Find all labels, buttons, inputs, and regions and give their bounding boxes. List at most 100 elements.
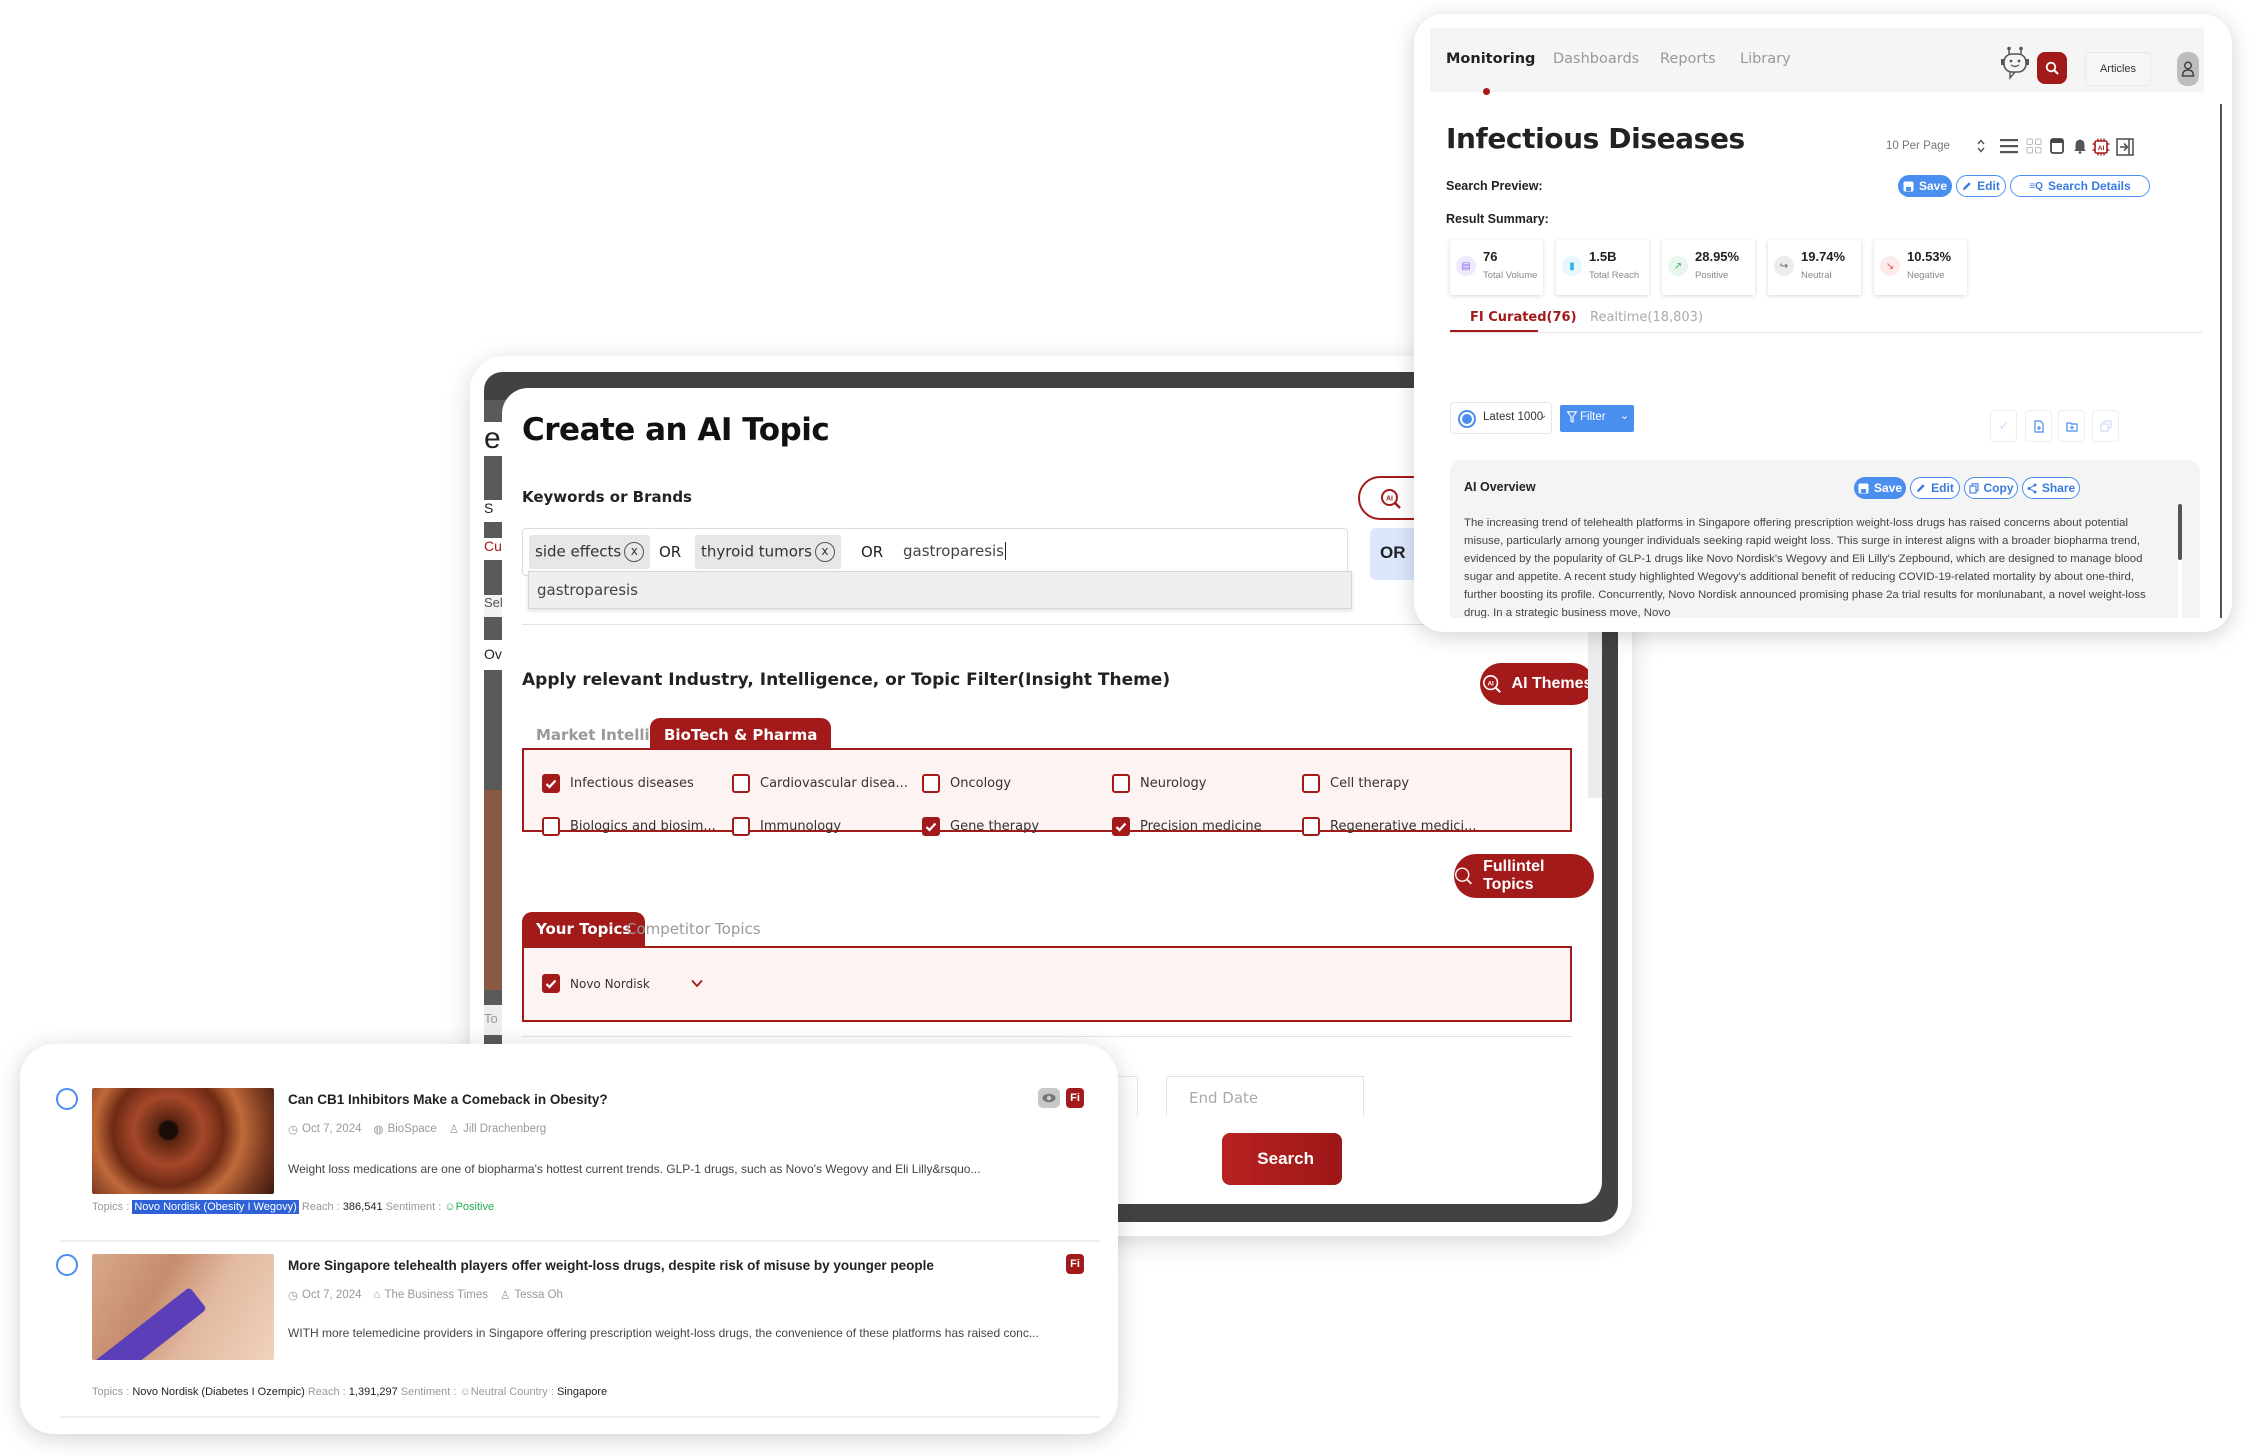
mark-read-button[interactable]: ✓ bbox=[1990, 410, 2017, 442]
source-text: The Business Times bbox=[384, 1289, 489, 1301]
chip-remove-icon[interactable]: x bbox=[624, 542, 645, 562]
articles-button[interactable]: Articles bbox=[2085, 52, 2151, 86]
list-view-icon[interactable] bbox=[2000, 138, 2018, 154]
window-icon[interactable] bbox=[2050, 138, 2064, 154]
theme-checkbox[interactable]: Cell therapy bbox=[1302, 774, 1409, 793]
scrollbar[interactable] bbox=[2178, 504, 2182, 618]
article-thumbnail[interactable] bbox=[92, 1254, 274, 1360]
theme-checkbox[interactable]: Infectious diseases bbox=[542, 774, 694, 793]
avatar[interactable] bbox=[2177, 52, 2199, 86]
checkbox-unchecked[interactable] bbox=[542, 817, 560, 836]
theme-checkbox[interactable]: Immunology bbox=[732, 817, 841, 836]
tabs-divider bbox=[1450, 332, 2202, 333]
fullintel-topics-button[interactable]: Fullintel Topics bbox=[1454, 854, 1594, 898]
topic-checkbox-novo-nordisk[interactable]: Novo Nordisk bbox=[542, 974, 704, 993]
per-page-select[interactable]: 10 Per Page bbox=[1886, 140, 1950, 152]
theme-checkbox[interactable]: Oncology bbox=[922, 774, 1011, 793]
robot-assistant-icon[interactable] bbox=[2000, 46, 2030, 80]
preview-button[interactable] bbox=[1038, 1088, 1060, 1108]
search-details-button[interactable]: ≡Q Search Details bbox=[2010, 175, 2150, 197]
tab-competitor-topics[interactable]: Competitor Topics bbox=[612, 912, 775, 944]
stat-label: Neutral bbox=[1801, 270, 1832, 281]
stat-label: Positive bbox=[1695, 270, 1729, 281]
keywords-input[interactable]: side effects x OR thyroid tumors x OR gast… bbox=[522, 528, 1348, 576]
ai-themes-label: AI Themes bbox=[1511, 675, 1593, 692]
ai-themes-button[interactable]: AI AI Themes bbox=[1480, 663, 1594, 705]
nav-reports[interactable]: Reports bbox=[1660, 51, 1716, 67]
ai-edit-button[interactable]: Edit bbox=[1910, 477, 1960, 499]
checkbox-checked[interactable] bbox=[542, 774, 560, 793]
autocomplete-suggestion[interactable]: gastroparesis bbox=[528, 571, 1352, 609]
checkbox-unchecked[interactable] bbox=[1302, 817, 1320, 836]
add-folder-button[interactable] bbox=[2058, 410, 2085, 442]
article-date: ◷ Oct 7, 2024 bbox=[288, 1122, 362, 1136]
scrollbar[interactable] bbox=[2220, 104, 2222, 618]
tab-biotech-pharma[interactable]: BioTech & Pharma bbox=[650, 718, 832, 750]
exit-icon[interactable] bbox=[2116, 138, 2134, 156]
theme-label: Cardiovascular disea... bbox=[760, 776, 908, 791]
end-date-input[interactable]: End Date bbox=[1166, 1076, 1364, 1116]
checkbox-unchecked[interactable] bbox=[1112, 774, 1130, 793]
tab-fi-curated[interactable]: FI Curated(76) bbox=[1470, 310, 1577, 325]
pencil-icon bbox=[1917, 484, 1925, 492]
sentiment-label: Sentiment : bbox=[385, 1201, 442, 1213]
checkbox-checked[interactable] bbox=[1112, 817, 1130, 836]
search-button[interactable]: Search bbox=[1222, 1133, 1342, 1185]
theme-checkbox[interactable]: Biologics and biosim... bbox=[542, 817, 716, 836]
tab-realtime[interactable]: Realtime(18,803) bbox=[1590, 310, 1703, 325]
fi-badge[interactable]: Fi bbox=[1066, 1254, 1084, 1274]
filter-button[interactable]: Filter ⌄ bbox=[1560, 405, 1634, 432]
ai-copy-button[interactable]: Copy bbox=[1964, 477, 2018, 499]
keyword-chip-label: thyroid tumors bbox=[701, 542, 812, 561]
grid-view-icon[interactable] bbox=[2026, 138, 2042, 154]
nav-library[interactable]: Library bbox=[1740, 51, 1791, 67]
ai-share-button[interactable]: Share bbox=[2022, 477, 2080, 499]
ai-overview-panel: AI Overview Save Edit Copy Share The inc… bbox=[1450, 460, 2200, 618]
theme-checkbox[interactable]: Neurology bbox=[1112, 774, 1207, 793]
chevron-down-icon: ⌄ bbox=[1620, 410, 1630, 422]
search-button[interactable] bbox=[2037, 52, 2067, 84]
article-title[interactable]: Can CB1 Inhibitors Make a Comeback in Ob… bbox=[288, 1092, 608, 1107]
checkbox-unchecked[interactable] bbox=[1302, 774, 1320, 793]
fullintel-topics-label: Fullintel Topics bbox=[1483, 858, 1545, 893]
copy-items-button[interactable] bbox=[2092, 410, 2119, 442]
radio-icon bbox=[1458, 410, 1476, 428]
ai-save-button[interactable]: Save bbox=[1854, 477, 1906, 499]
checkbox-unchecked[interactable] bbox=[732, 774, 750, 793]
save-button[interactable]: Save bbox=[1898, 175, 1952, 197]
fi-badge[interactable]: Fi bbox=[1066, 1088, 1084, 1108]
select-radio[interactable] bbox=[56, 1254, 78, 1276]
theme-checkbox[interactable]: Gene therapy bbox=[922, 817, 1039, 836]
edit-button[interactable]: Edit bbox=[1956, 175, 2006, 197]
checkbox-unchecked[interactable] bbox=[732, 817, 750, 836]
bell-icon[interactable] bbox=[2073, 138, 2087, 154]
chevron-down-icon[interactable] bbox=[690, 979, 704, 988]
add-document-button[interactable] bbox=[2025, 410, 2052, 442]
theme-checkbox[interactable]: Precision medicine bbox=[1112, 817, 1262, 836]
theme-checkbox[interactable]: Regenerative medici... bbox=[1302, 817, 1476, 836]
topic-value[interactable]: Novo Nordisk (Obesity I Wegovy) bbox=[132, 1200, 299, 1214]
latest-select[interactable]: Latest 1000 ⌄ bbox=[1450, 402, 1552, 434]
select-radio[interactable] bbox=[56, 1088, 78, 1110]
nav-monitoring[interactable]: Monitoring bbox=[1446, 51, 1535, 67]
nav-dashboards[interactable]: Dashboards bbox=[1553, 51, 1639, 67]
search-preview-label: Search Preview: bbox=[1446, 179, 1543, 193]
sort-updown-icon[interactable] bbox=[1976, 138, 1986, 154]
theme-checkbox[interactable]: Cardiovascular disea... bbox=[732, 774, 908, 793]
reach-value: 386,541 bbox=[342, 1201, 383, 1213]
chevron-down-icon: ⌄ bbox=[1539, 410, 1548, 421]
article-title[interactable]: More Singapore telehealth players offer … bbox=[288, 1258, 934, 1273]
edit-label: Edit bbox=[1977, 179, 2000, 193]
topic-value[interactable]: Novo Nordisk (Diabetes I Ozempic) bbox=[132, 1386, 304, 1398]
funnel-icon bbox=[1567, 411, 1577, 423]
smile-icon: ☺ bbox=[444, 1201, 456, 1213]
article-thumbnail[interactable] bbox=[92, 1088, 274, 1194]
keyword-typed-text[interactable]: gastroparesis bbox=[903, 542, 1007, 560]
chip-remove-icon[interactable]: x bbox=[814, 542, 835, 562]
checkbox-unchecked[interactable] bbox=[922, 774, 940, 793]
article-author: ♙ Jill Drachenberg bbox=[449, 1122, 546, 1136]
checkbox-checked[interactable] bbox=[922, 817, 940, 836]
ai-chip-icon[interactable]: AI bbox=[2092, 138, 2110, 156]
checkbox-checked[interactable] bbox=[542, 974, 560, 993]
stat-label: Negative bbox=[1907, 270, 1945, 281]
